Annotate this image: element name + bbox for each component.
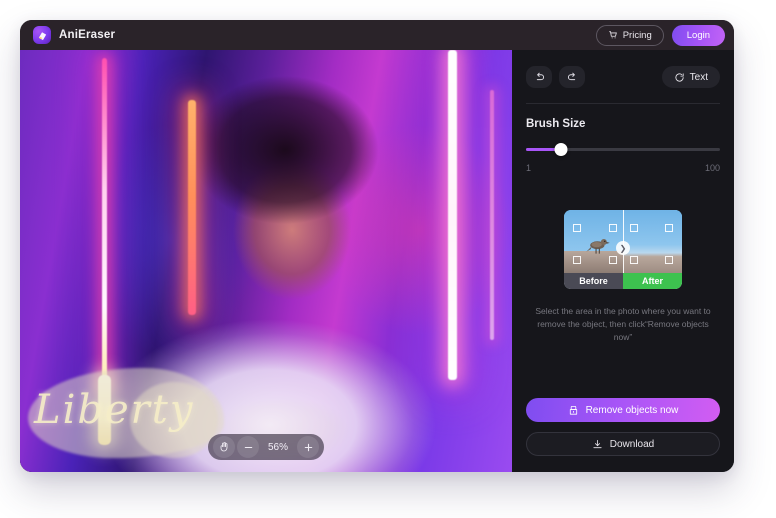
slider-min-label: 1 <box>526 163 532 173</box>
neon-tube-mid-orange <box>188 100 196 315</box>
undo-icon[interactable] <box>526 66 552 88</box>
panel-divider <box>526 103 720 104</box>
side-panel: Text Brush Size 1 100 ❯ Before After Sel… <box>512 50 734 472</box>
watermark-text: Liberty <box>34 387 195 433</box>
cart-icon <box>608 30 618 40</box>
login-button[interactable]: Login <box>671 24 725 46</box>
preview-after-label: After <box>623 273 682 289</box>
text-button-label: Text <box>689 71 708 83</box>
neon-tube-left-pink <box>102 58 107 388</box>
eraser-icon <box>568 405 579 416</box>
image-canvas[interactable]: Liberty 56% <box>20 50 512 472</box>
brush-size-label: Brush Size <box>526 118 586 130</box>
eraser-icon <box>33 26 51 44</box>
before-after-preview[interactable]: ❯ Before After <box>564 210 682 289</box>
redo-icon[interactable] <box>559 66 585 88</box>
chevron-right-icon[interactable]: ❯ <box>616 241 630 255</box>
download-label: Download <box>609 438 655 450</box>
slider-scale: 1 100 <box>526 163 720 173</box>
remove-objects-button[interactable]: Remove objects now <box>526 398 720 422</box>
panel-actions: Remove objects now Download <box>526 398 720 456</box>
zoom-in-button[interactable] <box>297 436 319 458</box>
hand-icon[interactable] <box>213 436 235 458</box>
brand-name: AniEraser <box>59 29 116 41</box>
slider-thumb[interactable] <box>554 143 568 156</box>
zoom-out-button[interactable] <box>237 436 259 458</box>
brush-size-slider[interactable] <box>526 143 720 157</box>
app-window: AniEraser Pricing Login Liberty 56% Text… <box>20 20 734 472</box>
panel-toolbar: Text <box>526 64 720 90</box>
titlebar: AniEraser Pricing Login <box>20 20 734 50</box>
remove-objects-label: Remove objects now <box>585 404 679 416</box>
pricing-button[interactable]: Pricing <box>595 24 664 46</box>
zoom-toolbar: 56% <box>208 434 324 460</box>
text-button[interactable]: Text <box>661 66 720 88</box>
neon-tube-far-right <box>490 90 494 340</box>
preview-before-label: Before <box>564 273 623 289</box>
bird-icon <box>586 238 610 254</box>
neon-tube-right-white <box>448 50 457 380</box>
restore-circle-icon <box>674 72 685 83</box>
titlebar-actions: Pricing Login <box>595 24 725 46</box>
zoom-level-label: 56% <box>267 441 288 453</box>
slider-max-label: 100 <box>704 163 720 173</box>
download-icon <box>592 439 603 450</box>
brand: AniEraser <box>33 26 115 44</box>
download-button[interactable]: Download <box>526 432 720 456</box>
hint-text: Select the area in the photo where you w… <box>535 306 711 343</box>
pricing-label: Pricing <box>622 29 652 41</box>
